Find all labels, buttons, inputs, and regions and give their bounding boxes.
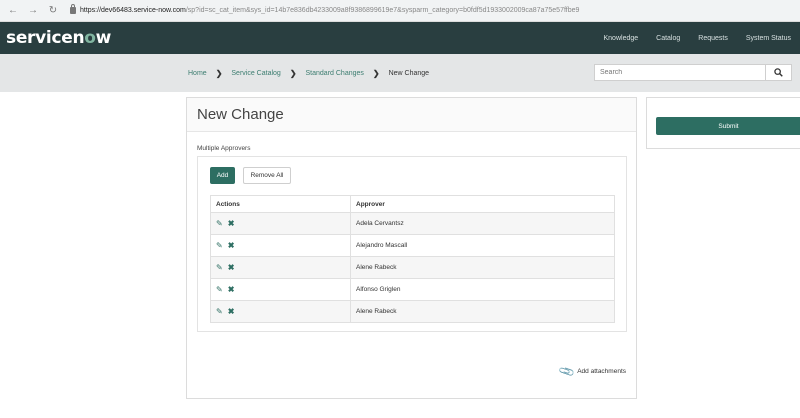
remove-all-button[interactable]: Remove All bbox=[243, 167, 291, 184]
search-input[interactable] bbox=[594, 64, 766, 81]
add-button[interactable]: Add bbox=[210, 167, 235, 184]
table-header-row: Actions Approver bbox=[210, 195, 615, 213]
row-actions: ✎ ✖ bbox=[210, 278, 351, 301]
table-row: ✎ ✖ Alfonso Griglen bbox=[210, 278, 615, 301]
pencil-icon[interactable]: ✎ bbox=[216, 285, 223, 294]
row-actions: ✎ ✖ bbox=[210, 256, 351, 279]
search-box bbox=[594, 64, 792, 81]
search-button[interactable] bbox=[766, 64, 792, 81]
row-actions: ✎ ✖ bbox=[210, 300, 351, 323]
breadcrumb: Home ❯ Service Catalog ❯ Standard Change… bbox=[188, 69, 429, 78]
button-row: Add Remove All bbox=[210, 167, 291, 184]
top-nav: Knowledge Catalog Requests System Status bbox=[595, 35, 800, 42]
close-icon[interactable]: ✖ bbox=[228, 307, 235, 316]
multi-row-variable-set: Add Remove All Actions Approver ✎ ✖ Adela… bbox=[197, 156, 627, 332]
variable-label: Multiple Approvers bbox=[197, 145, 251, 152]
page-title: New Change bbox=[197, 106, 284, 123]
back-arrow-icon[interactable]: ← bbox=[6, 4, 20, 18]
nav-catalog[interactable]: Catalog bbox=[647, 35, 689, 42]
table-row: ✎ ✖ Alene Rabeck bbox=[210, 300, 615, 323]
close-icon[interactable]: ✖ bbox=[228, 219, 235, 228]
submit-button[interactable]: Submit bbox=[656, 117, 800, 135]
pencil-icon[interactable]: ✎ bbox=[216, 219, 223, 228]
row-actions: ✎ ✖ bbox=[210, 212, 351, 235]
site-header: servicenow Knowledge Catalog Requests Sy… bbox=[0, 22, 800, 54]
search-icon bbox=[774, 68, 783, 77]
pencil-icon[interactable]: ✎ bbox=[216, 307, 223, 316]
close-icon[interactable]: ✖ bbox=[228, 285, 235, 294]
table-row: ✎ ✖ Alene Rabeck bbox=[210, 256, 615, 279]
pencil-icon[interactable]: ✎ bbox=[216, 241, 223, 250]
approver-cell: Alfonso Griglen bbox=[350, 278, 615, 301]
column-header-actions: Actions bbox=[210, 195, 351, 213]
breadcrumb-current: New Change bbox=[388, 70, 430, 77]
approver-cell: Alejandro Mascall bbox=[350, 234, 615, 257]
paperclip-icon: 📎 bbox=[557, 363, 576, 381]
nav-knowledge[interactable]: Knowledge bbox=[595, 35, 648, 42]
url-path: /sp?id=sc_cat_item&sys_id=14b7e836db4233… bbox=[185, 7, 580, 14]
panel-header: New Change bbox=[187, 98, 636, 132]
close-icon[interactable]: ✖ bbox=[228, 263, 235, 272]
table-row: ✎ ✖ Alejandro Mascall bbox=[210, 234, 615, 257]
breadcrumb-service-catalog[interactable]: Service Catalog bbox=[231, 70, 280, 77]
breadcrumb-home[interactable]: Home bbox=[188, 70, 207, 77]
add-attachments-link[interactable]: 📎 Add attachments bbox=[557, 363, 626, 381]
lock-icon bbox=[70, 4, 76, 14]
approver-cell: Alene Rabeck bbox=[350, 256, 615, 279]
reload-icon[interactable]: ↻ bbox=[46, 4, 60, 18]
approver-cell: Adela Cervantsz bbox=[350, 212, 615, 235]
add-attachments-label: Add attachments bbox=[577, 368, 626, 375]
chevron-right-icon: ❯ bbox=[215, 69, 223, 78]
servicenow-logo[interactable]: servicenow bbox=[6, 28, 111, 48]
breadcrumb-standard-changes[interactable]: Standard Changes bbox=[306, 70, 364, 77]
table-row: ✎ ✖ Adela Cervantsz bbox=[210, 212, 615, 235]
column-header-approver: Approver bbox=[350, 195, 615, 213]
submit-panel: Submit bbox=[646, 97, 800, 149]
close-icon[interactable]: ✖ bbox=[228, 241, 235, 250]
forward-arrow-icon[interactable]: → bbox=[26, 4, 40, 18]
breadcrumb-band: Home ❯ Service Catalog ❯ Standard Change… bbox=[0, 54, 800, 92]
chevron-right-icon: ❯ bbox=[289, 69, 297, 78]
url-host: https://dev66483.service-now.com bbox=[80, 7, 186, 14]
approvers-table: Actions Approver ✎ ✖ Adela Cervantsz ✎ ✖ A… bbox=[210, 195, 615, 323]
nav-requests[interactable]: Requests bbox=[689, 35, 737, 42]
approver-cell: Alene Rabeck bbox=[350, 300, 615, 323]
form-panel: New Change Multiple Approvers Add Remove… bbox=[186, 97, 637, 399]
pencil-icon[interactable]: ✎ bbox=[216, 263, 223, 272]
nav-system-status[interactable]: System Status bbox=[737, 35, 800, 42]
chevron-right-icon: ❯ bbox=[372, 69, 380, 78]
address-bar[interactable]: https://dev66483.service-now.com/sp?id=s… bbox=[70, 3, 792, 19]
row-actions: ✎ ✖ bbox=[210, 234, 351, 257]
browser-toolbar: ← → ↻ https://dev66483.service-now.com/s… bbox=[0, 0, 800, 22]
